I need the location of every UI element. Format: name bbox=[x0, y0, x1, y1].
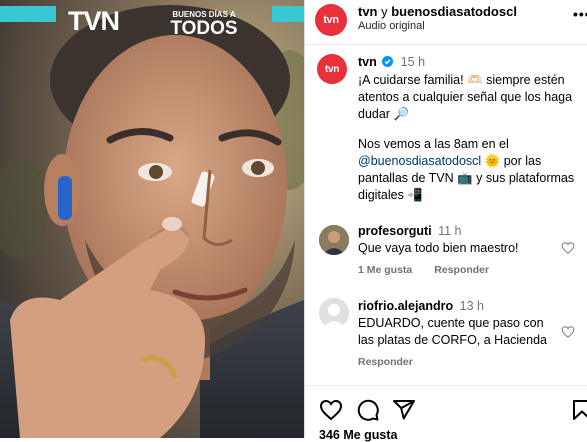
header-avatar[interactable]: tvn bbox=[315, 4, 347, 36]
comment-username[interactable]: profesorguti bbox=[358, 224, 432, 238]
comment-meta: riofrio.alejandro 13 h bbox=[358, 298, 484, 315]
header-title: tvn y buenosdiasatodoscl bbox=[358, 4, 517, 19]
show-logo: BUENOS DÍAS A TODOS bbox=[166, 10, 242, 38]
comment-likes[interactable]: 1 Me gusta bbox=[358, 264, 412, 276]
footer-divider bbox=[305, 385, 587, 386]
tvn-logo: tvn bbox=[68, 6, 120, 36]
comment-time[interactable]: 11 h bbox=[438, 224, 461, 238]
header-user-buenosdias[interactable]: buenosdiasatodoscl bbox=[391, 4, 517, 19]
caption-avatar[interactable]: tvn bbox=[317, 54, 347, 84]
heart-icon[interactable] bbox=[319, 398, 343, 422]
caption-text-1: ¡A cuidarse familia! 🫶🏻 siempre estén at… bbox=[358, 73, 573, 121]
comment-text: EDUARDO, cuente que paso con las platas … bbox=[358, 316, 547, 347]
caption-time[interactable]: 15 h bbox=[401, 55, 425, 69]
reel-video[interactable]: tvn BUENOS DÍAS A TODOS bbox=[0, 0, 304, 438]
caption-meta: tvn 15 h bbox=[358, 54, 425, 71]
bookmark-icon[interactable] bbox=[570, 398, 587, 422]
audio-original-link[interactable]: Audio original bbox=[358, 20, 425, 32]
post-panel: tvn tvn y buenosdiasatodoscl Audio origi… bbox=[304, 0, 587, 442]
comment-avatar[interactable] bbox=[319, 298, 349, 328]
comment-like-heart-icon[interactable] bbox=[561, 241, 575, 255]
header-user-tvn[interactable]: tvn bbox=[358, 4, 378, 19]
comment-actions: 1 Me gusta Responder bbox=[358, 264, 511, 276]
video-frame-image bbox=[0, 0, 304, 438]
comment-username[interactable]: riofrio.alejandro bbox=[358, 299, 453, 313]
mention-buenosdias[interactable]: @buenosdiasatodoscl bbox=[358, 154, 481, 168]
comment-text: Que vaya todo bien maestro! bbox=[358, 241, 519, 255]
header-divider bbox=[305, 44, 587, 45]
caption-username[interactable]: tvn bbox=[358, 55, 377, 69]
share-icon[interactable] bbox=[392, 398, 416, 422]
comment-avatar[interactable] bbox=[319, 225, 349, 255]
comment-time[interactable]: 13 h bbox=[460, 299, 484, 313]
verified-badge-icon bbox=[382, 56, 394, 67]
show-logo-line2: TODOS bbox=[170, 18, 238, 39]
caption-text-2: Nos vemos a las 8am en el @buenosdiasato… bbox=[358, 136, 580, 204]
header-joiner: y bbox=[377, 4, 392, 19]
comment-icon[interactable] bbox=[356, 398, 380, 422]
comment-reply-button[interactable]: Responder bbox=[434, 264, 489, 276]
likes-count[interactable]: 346 Me gusta bbox=[319, 428, 398, 442]
caption-text-2-pre: Nos vemos a las 8am en el bbox=[358, 137, 509, 151]
comment-actions: Responder bbox=[358, 356, 435, 368]
comment-meta: profesorguti 11 h bbox=[358, 223, 462, 240]
more-horizontal-icon[interactable]: ••• bbox=[573, 6, 587, 22]
comment-like-heart-icon[interactable] bbox=[561, 325, 575, 339]
comment-reply-button[interactable]: Responder bbox=[358, 356, 413, 368]
